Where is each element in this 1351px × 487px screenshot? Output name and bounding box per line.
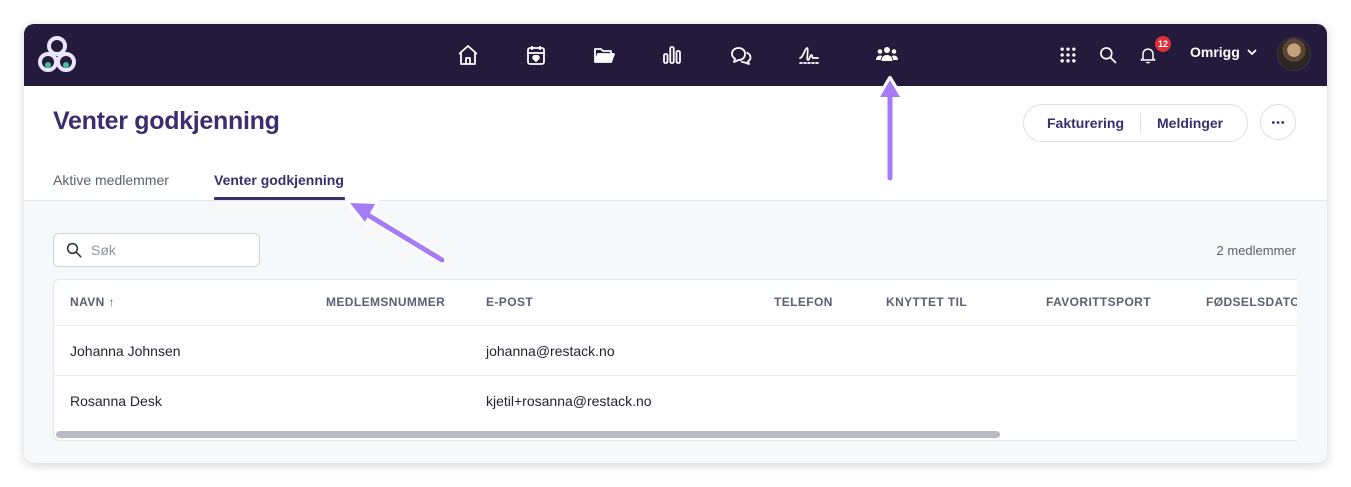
cell-email: johanna@restack.no [486,343,615,359]
bar-chart-icon[interactable] [658,41,686,69]
organization-selector[interactable]: Omrigg [1190,44,1258,60]
calendar-heart-icon[interactable] [522,41,550,69]
tab-active-members[interactable]: Aktive medlemmer [53,172,169,188]
members-table: NAVN ↑ MEDLEMSNUMMER E-POST TELEFON KNYT… [53,279,1297,441]
app-window: 12 Omrigg Venter godkjenning Fakturering… [24,24,1327,463]
scrollbar-thumb[interactable] [56,431,1000,438]
search-box [53,233,260,267]
search-icon[interactable] [1096,43,1120,67]
column-header-name[interactable]: NAVN ↑ [70,295,115,309]
cell-name: Rosanna Desk [70,393,162,409]
signature-icon[interactable] [795,41,823,69]
notification-badge: 12 [1155,36,1172,52]
active-tab-indicator [214,197,345,200]
column-header-member-number[interactable]: MEDLEMSNUMMER [326,295,445,309]
search-icon [66,242,82,258]
user-avatar[interactable] [1277,37,1311,71]
column-header-email[interactable]: E-POST [486,295,533,309]
messages-button[interactable]: Meldinger [1157,115,1223,131]
search-input[interactable] [91,242,251,258]
home-icon[interactable] [454,41,482,69]
top-navigation-bar: 12 Omrigg [24,24,1327,86]
column-header-birthdate[interactable]: FØDSELSDATO [1206,295,1297,309]
button-divider [1140,113,1142,133]
chevron-down-icon [1247,49,1257,56]
column-header-phone[interactable]: TELEFON [774,295,833,309]
organization-name: Omrigg [1190,44,1240,60]
table-row[interactable]: Johanna Johnsen johanna@restack.no [54,325,1297,375]
page-title: Venter godkjenning [53,107,280,135]
column-header-linked-to[interactable]: KNYTTET TIL [886,295,967,309]
tab-pending-approval[interactable]: Venter godkjenning [214,172,344,188]
column-header-favorite-sport[interactable]: FAVORITTSPORT [1046,295,1151,309]
apps-grid-icon[interactable] [1056,43,1080,67]
cell-email: kjetil+rosanna@restack.no [486,393,652,409]
folder-icon[interactable] [590,41,618,69]
cell-name: Johanna Johnsen [70,343,181,359]
more-options-button[interactable] [1260,104,1296,140]
page-header: Venter godkjenning Fakturering Meldinger… [24,86,1327,201]
chat-icon[interactable] [727,41,755,69]
annotation-arrow-tab [346,200,447,265]
app-logo[interactable] [36,33,78,77]
table-row[interactable]: Rosanna Desk kjetil+rosanna@restack.no [54,375,1297,425]
members-icon[interactable] [873,41,901,69]
member-count: 2 medlemmer [1216,243,1296,258]
invoicing-button[interactable]: Fakturering [1047,115,1124,131]
header-action-group: Fakturering Meldinger [1023,104,1248,142]
more-dots-icon [1271,120,1285,124]
